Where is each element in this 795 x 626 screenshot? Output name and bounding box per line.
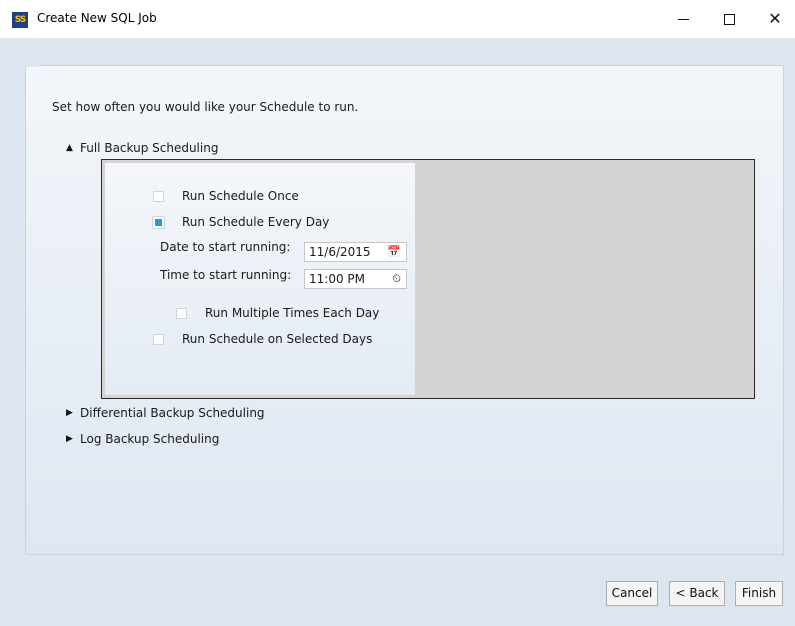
collapsed-triangle-icon: ▶	[66, 408, 73, 418]
window-title: Create New SQL Job	[37, 11, 157, 25]
run-multiple-label: Run Multiple Times Each Day	[205, 306, 380, 320]
run-selected-days-checkbox[interactable]	[153, 333, 164, 345]
minimize-icon	[677, 19, 689, 20]
expanded-triangle-icon: ▲	[66, 143, 73, 153]
maximize-icon	[723, 14, 735, 25]
start-time-value: 11:00 PM	[309, 272, 365, 286]
run-selected-days-option[interactable]: Run Schedule on Selected Days	[153, 332, 372, 346]
full-backup-label: Full Backup Scheduling	[80, 141, 219, 155]
differential-backup-label: Differential Backup Scheduling	[80, 406, 265, 420]
close-icon: ✕	[768, 9, 782, 28]
log-backup-label: Log Backup Scheduling	[80, 432, 220, 446]
cancel-button[interactable]: Cancel	[606, 581, 658, 606]
group-corner-notch	[25, 65, 39, 67]
start-date-value: 11/6/2015	[309, 245, 371, 259]
instruction-text: Set how often you would like your Schedu…	[52, 100, 359, 114]
minimize-button[interactable]	[660, 0, 706, 38]
start-date-picker[interactable]: 11/6/2015 📅	[304, 242, 407, 262]
date-start-label: Date to start running:	[160, 240, 291, 254]
close-button[interactable]: ✕	[752, 0, 795, 38]
run-multiple-checkbox[interactable]	[176, 307, 187, 319]
finish-button[interactable]: Finish	[735, 581, 783, 606]
run-every-day-checkbox[interactable]	[152, 215, 165, 229]
differential-backup-expander[interactable]: ▶ Differential Backup Scheduling	[66, 405, 265, 421]
back-button[interactable]: < Back	[669, 581, 725, 606]
run-once-option[interactable]: Run Schedule Once	[153, 189, 299, 203]
calendar-icon[interactable]: 📅	[387, 245, 401, 258]
run-once-checkbox[interactable]	[153, 190, 164, 202]
log-backup-expander[interactable]: ▶ Log Backup Scheduling	[66, 431, 219, 447]
time-start-label: Time to start running:	[160, 268, 292, 282]
run-once-label: Run Schedule Once	[182, 189, 299, 203]
run-every-day-label: Run Schedule Every Day	[182, 215, 330, 229]
maximize-button[interactable]	[706, 0, 752, 38]
full-backup-expander[interactable]: ▲ Full Backup Scheduling	[66, 140, 218, 156]
run-selected-days-label: Run Schedule on Selected Days	[182, 332, 373, 346]
run-every-day-option[interactable]: Run Schedule Every Day	[152, 215, 330, 229]
app-logo-icon: SS	[12, 12, 28, 28]
start-time-picker[interactable]: 11:00 PM ⏲	[304, 269, 407, 289]
clock-icon[interactable]: ⏲	[392, 272, 401, 286]
run-multiple-option[interactable]: Run Multiple Times Each Day	[176, 306, 379, 320]
collapsed-triangle-icon: ▶	[66, 434, 73, 444]
title-bar: SS Create New SQL Job ✕	[0, 0, 795, 39]
